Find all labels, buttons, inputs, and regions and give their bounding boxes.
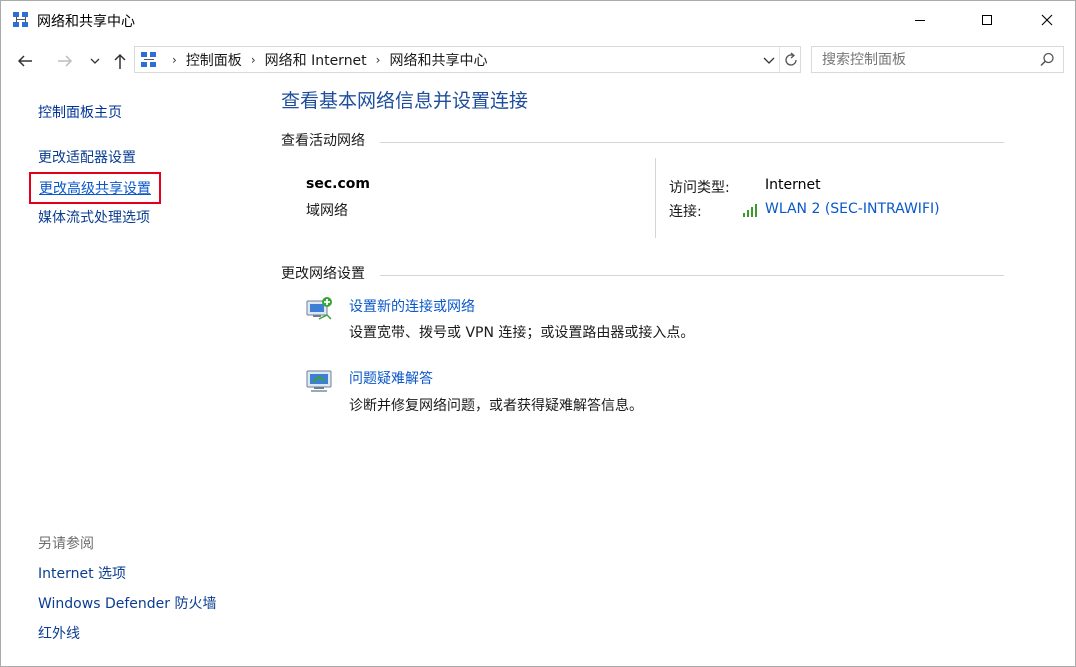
breadcrumb-network-internet[interactable]: 网络和 Internet	[265, 50, 367, 70]
network-app-icon	[13, 12, 28, 27]
refresh-icon[interactable]	[781, 50, 801, 70]
minimize-icon	[915, 20, 925, 21]
wlan-connection-link[interactable]: WLAN 2 (SEC-INTRAWIFI)	[765, 201, 940, 217]
window-title: 网络和共享中心	[37, 14, 135, 30]
up-arrow-icon[interactable]	[109, 49, 131, 73]
breadcrumb-separator-icon[interactable]: ›	[172, 53, 177, 67]
close-button[interactable]	[1024, 1, 1070, 39]
breadcrumb: › 控制面板 › 网络和 Internet › 网络和共享中心	[163, 47, 487, 72]
wifi-signal-icon	[743, 204, 757, 217]
active-networks-heading: 查看活动网络	[281, 133, 365, 149]
breadcrumb-separator-icon[interactable]: ›	[376, 53, 381, 67]
minimize-button[interactable]	[897, 1, 943, 39]
change-network-settings-divider	[380, 275, 1004, 276]
page-title: 查看基本网络信息并设置连接	[281, 90, 529, 112]
setup-new-connection-description: 设置宽带、拨号或 VPN 连接；或设置路由器或接入点。	[349, 325, 695, 341]
search-icon[interactable]	[1038, 51, 1056, 69]
troubleshoot-icon	[306, 370, 332, 392]
recent-locations-chevron-icon[interactable]	[87, 51, 103, 71]
breadcrumb-control-panel[interactable]: 控制面板	[186, 50, 242, 70]
search-box[interactable]	[811, 46, 1064, 73]
infrared-link[interactable]: 红外线	[38, 623, 80, 643]
change-advanced-sharing-settings-link[interactable]: 更改高级共享设置	[29, 172, 161, 204]
windows-defender-firewall-link[interactable]: Windows Defender 防火墙	[38, 593, 216, 613]
network-info-divider	[655, 158, 656, 238]
access-type-value: Internet	[765, 177, 821, 193]
network-category: 域网络	[306, 203, 348, 219]
breadcrumb-network-sharing-center[interactable]: 网络和共享中心	[389, 50, 487, 70]
address-dropdown-icon[interactable]	[761, 51, 777, 69]
maximize-icon	[982, 15, 992, 25]
close-icon	[1041, 14, 1053, 26]
troubleshoot-problems-description: 诊断并修复网络问题，或者获得疑难解答信息。	[349, 398, 643, 414]
network-name: sec.com	[306, 176, 370, 192]
connection-label: 连接:	[669, 204, 702, 220]
change-adapter-settings-link[interactable]: 更改适配器设置	[38, 147, 136, 167]
address-divider	[779, 47, 780, 72]
network-sharing-center-window: 网络和共享中心 › 控制面板 › 网络和 Internet › 网络和共享中心 …	[0, 0, 1076, 667]
new-connection-icon	[306, 297, 332, 320]
maximize-button[interactable]	[964, 1, 1010, 39]
active-networks-divider	[380, 142, 1004, 143]
see-also-heading: 另请参阅	[38, 536, 94, 552]
back-arrow-icon[interactable]	[13, 49, 37, 73]
breadcrumb-separator-icon[interactable]: ›	[251, 53, 256, 67]
title-bar: 网络和共享中心	[1, 1, 1075, 39]
internet-options-link[interactable]: Internet 选项	[38, 563, 126, 583]
control-panel-icon	[141, 52, 156, 67]
troubleshoot-problems-link[interactable]: 问题疑难解答	[349, 368, 433, 388]
access-type-label: 访问类型:	[669, 180, 730, 196]
setup-new-connection-link[interactable]: 设置新的连接或网络	[349, 296, 475, 316]
address-bar[interactable]: › 控制面板 › 网络和 Internet › 网络和共享中心	[134, 46, 801, 73]
forward-arrow-icon[interactable]	[53, 49, 77, 73]
change-network-settings-heading: 更改网络设置	[281, 266, 365, 282]
search-input[interactable]	[820, 49, 1029, 71]
control-panel-home-link[interactable]: 控制面板主页	[38, 102, 122, 122]
media-streaming-options-link[interactable]: 媒体流式处理选项	[38, 207, 150, 227]
